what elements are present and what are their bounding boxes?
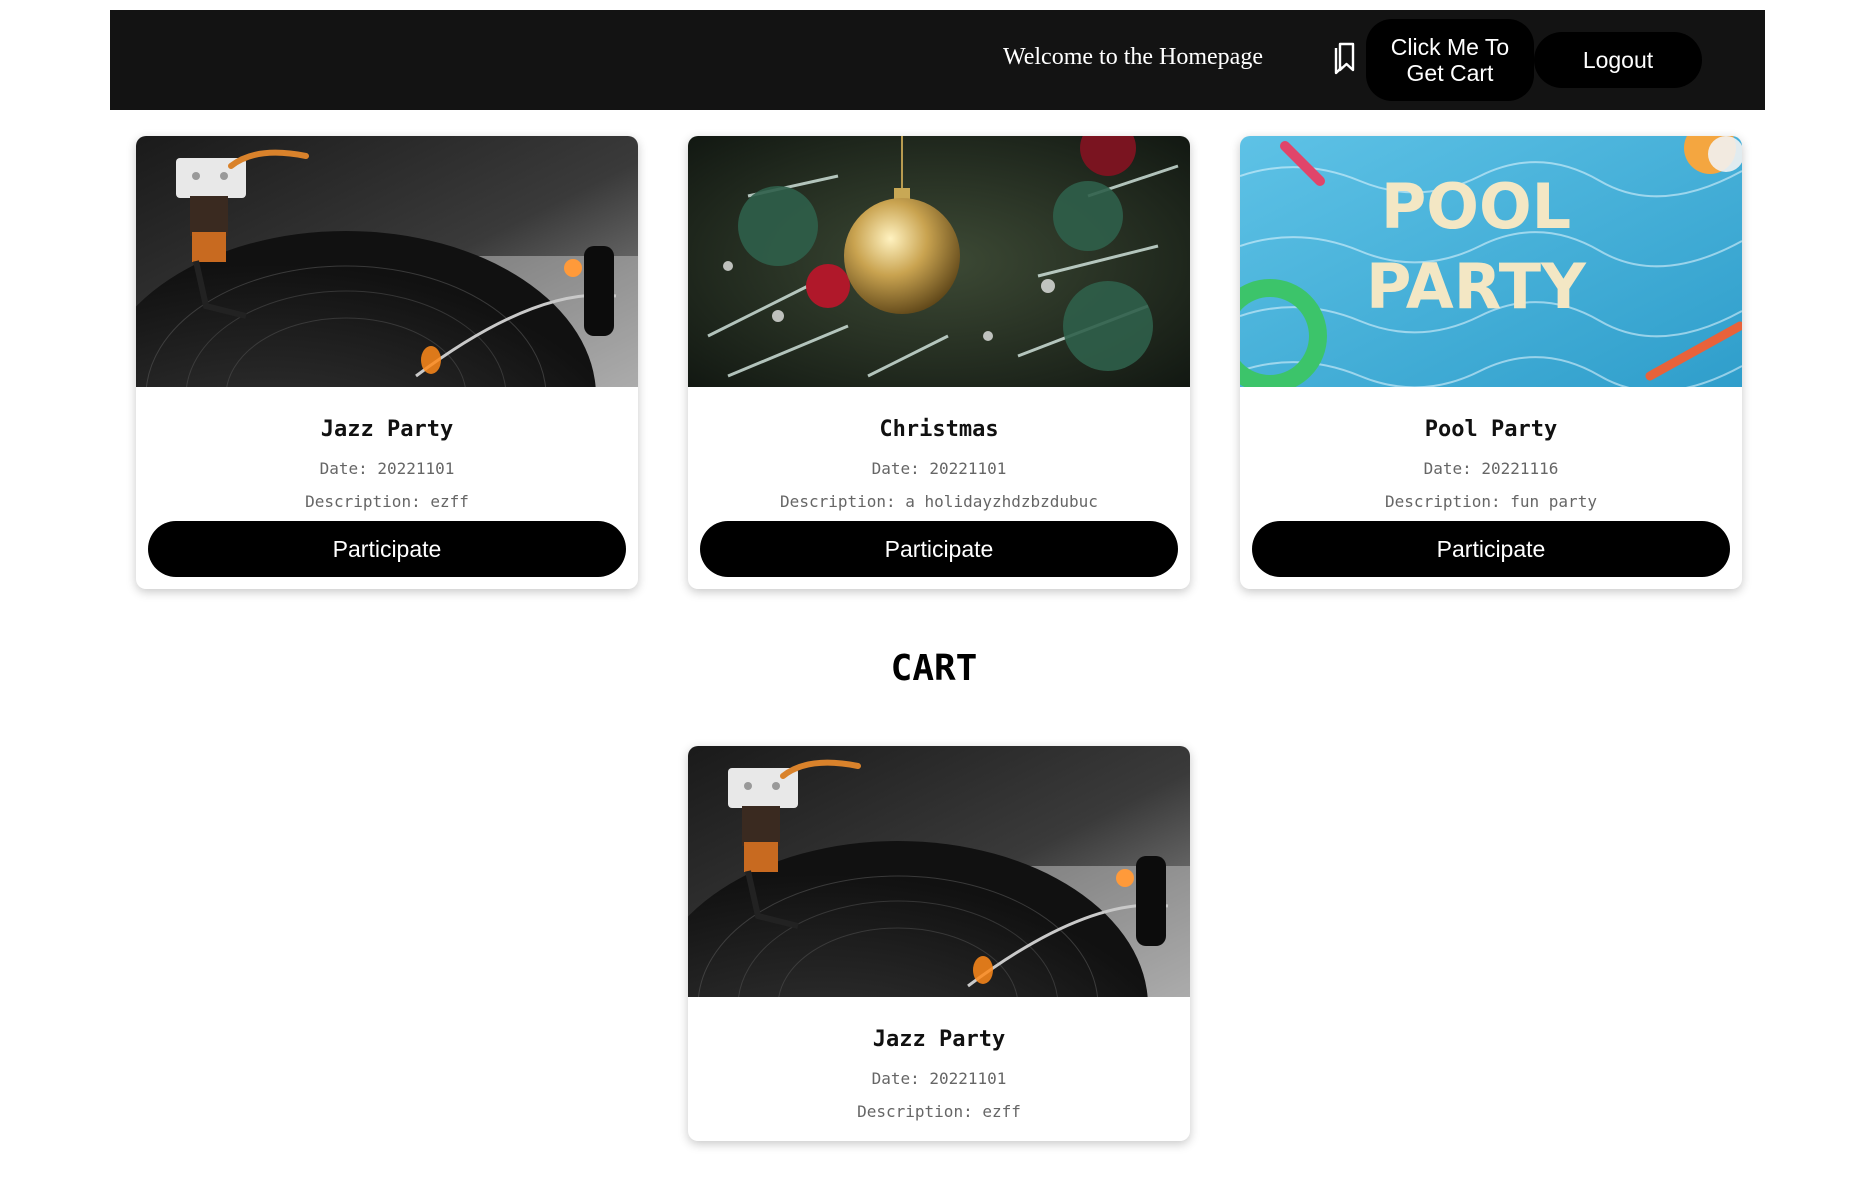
event-image-christmas-ornament [688,136,1190,387]
event-image-turntable [136,136,638,387]
event-date: Date: 20221101 [871,459,1007,478]
event-date: Date: 20221101 [319,459,455,478]
cart-item-image-turntable [688,746,1190,997]
top-navbar: Welcome to the Homepage Click Me To Get … [110,10,1765,110]
party-word-image-text: PARTY [1366,250,1587,323]
participate-button[interactable]: Participate [148,521,626,577]
cart-item-jazz-party: Jazz Party Date: 20221101 Description: e… [688,746,1190,1141]
event-image-pool-party: POOL PARTY [1240,136,1742,387]
event-card-jazz-party: Jazz Party Date: 20221101 Description: e… [136,136,638,589]
cart-item-date: Date: 20221101 [871,1069,1007,1088]
pool-word-image-text: POOL [1381,170,1571,243]
event-date: Date: 20221116 [1423,459,1559,478]
event-card-christmas: Christmas Date: 20221101 Description: a … [688,136,1190,589]
welcome-text: Welcome to the Homepage [1003,44,1263,70]
logout-button[interactable]: Logout [1534,32,1702,88]
participate-button[interactable]: Participate [700,521,1178,577]
event-title: Christmas [879,417,999,442]
event-description: Description: fun party [1385,492,1597,511]
cart-item-title: Jazz Party [872,1027,1006,1052]
participate-button[interactable]: Participate [1252,521,1730,577]
cart-heading: CART [890,648,978,689]
get-cart-button[interactable]: Click Me To Get Cart [1366,19,1534,101]
event-description: Description: a holidayzhdzbzdubuc [780,492,1098,511]
event-title: Pool Party [1424,417,1558,442]
event-title: Jazz Party [320,417,454,442]
event-card-pool-party: POOL PARTY Pool Party Date: 20221116 Des… [1240,136,1742,589]
event-description: Description: ezff [305,492,469,511]
cart-item-description: Description: ezff [857,1102,1021,1121]
bookmark-icon[interactable] [1331,39,1361,75]
